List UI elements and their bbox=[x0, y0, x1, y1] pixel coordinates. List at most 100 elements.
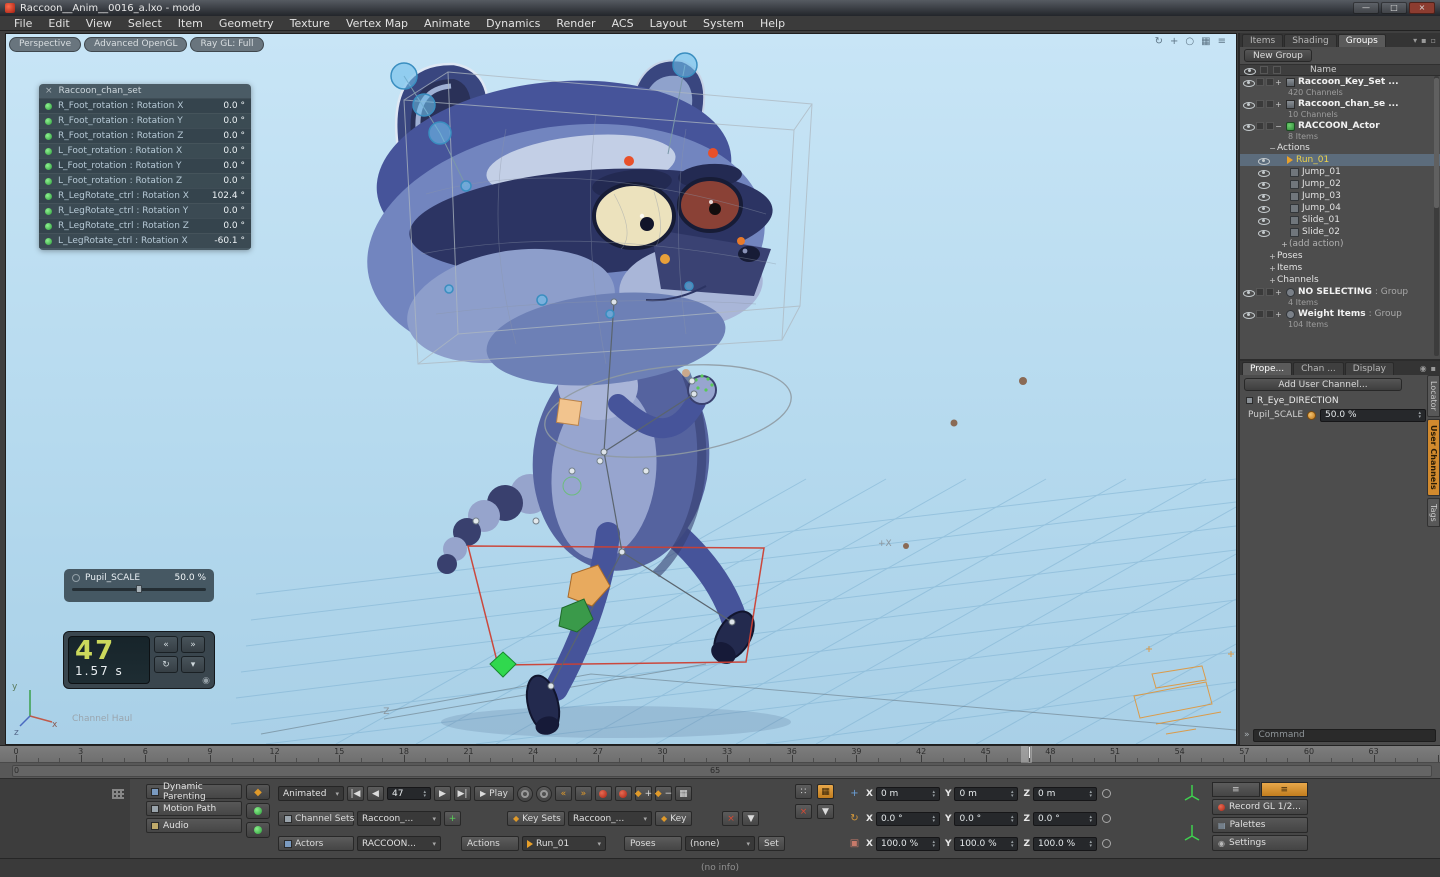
push-down-button[interactable]: ▼ bbox=[742, 811, 760, 826]
sync-toggle-button[interactable] bbox=[535, 785, 552, 802]
action-label[interactable]: Jump_02 bbox=[1302, 179, 1341, 189]
visibility-eye-icon[interactable] bbox=[1243, 288, 1255, 297]
expand-icon[interactable]: + bbox=[1274, 288, 1283, 297]
channel-value[interactable]: 0.0 ° bbox=[223, 176, 245, 186]
channel-row[interactable]: L_LegRotate_ctrl : Rotation X -60.1 ° bbox=[39, 233, 251, 248]
expand-icon[interactable]: + bbox=[1274, 78, 1283, 87]
action-label[interactable]: Jump_01 bbox=[1302, 167, 1341, 177]
channel-row[interactable]: L_Foot_rotation : Rotation Z 0.0 ° bbox=[39, 173, 251, 188]
expand-icon[interactable]: + bbox=[1274, 310, 1283, 319]
side-tab-locator[interactable]: Locator bbox=[1427, 375, 1440, 417]
tree-item-label[interactable]: Raccoon_chan_se ... bbox=[1298, 99, 1399, 109]
lock-toggle-icon[interactable] bbox=[1266, 288, 1274, 296]
action-row[interactable]: Jump_04 bbox=[1240, 202, 1440, 214]
channel-state-icon[interactable] bbox=[1102, 814, 1112, 823]
poses-dropdown[interactable]: (none) ▾ bbox=[685, 836, 755, 851]
grid-toggle-icon[interactable]: ▦ bbox=[1201, 36, 1210, 47]
spinner-icon[interactable]: ▴ ▾ bbox=[419, 789, 426, 798]
menu-texture[interactable]: Texture bbox=[282, 16, 338, 31]
lock-toggle-icon[interactable] bbox=[1266, 78, 1274, 86]
channel-sets-dropdown[interactable]: Raccoon_... ▾ bbox=[357, 811, 441, 826]
add-action-row[interactable]: + (add action) bbox=[1240, 238, 1440, 250]
item-list-icon-button[interactable]: ∷ bbox=[795, 784, 812, 799]
action-row[interactable]: Slide_02 bbox=[1240, 226, 1440, 238]
rotate-icon[interactable]: ↻ bbox=[848, 813, 861, 824]
channel-row[interactable]: R_Foot_rotation : Rotation X 0.0 ° bbox=[39, 98, 251, 113]
key-options-button[interactable]: ▦ bbox=[674, 786, 692, 801]
anim-mode-dropdown[interactable]: Animated ▾ bbox=[278, 786, 344, 801]
menu-item[interactable]: Item bbox=[170, 16, 211, 31]
tab-groups[interactable]: Groups bbox=[1337, 34, 1386, 47]
channel-row[interactable]: L_Foot_rotation : Rotation X 0.0 ° bbox=[39, 143, 251, 158]
local-axis-icon[interactable] bbox=[1183, 823, 1201, 841]
delete-key-button[interactable]: × bbox=[722, 811, 740, 826]
menu-select[interactable]: Select bbox=[120, 16, 170, 31]
expand-icon[interactable]: + bbox=[1274, 100, 1283, 109]
menu-acs[interactable]: ACS bbox=[604, 16, 642, 31]
set-pose-button[interactable]: Set bbox=[758, 836, 785, 851]
auto-key-button[interactable]: ◆ bbox=[246, 784, 270, 800]
pupil-scale-value[interactable]: 50.0 % bbox=[175, 573, 206, 583]
key-button[interactable]: ◆ Key bbox=[655, 811, 693, 826]
lock-toggle-icon[interactable] bbox=[1266, 122, 1274, 130]
visibility-eye-icon[interactable] bbox=[1243, 310, 1255, 319]
tree-item[interactable]: + Weight Items : Group bbox=[1240, 308, 1440, 320]
action-label[interactable]: Slide_01 bbox=[1302, 215, 1340, 225]
action-row[interactable]: Jump_02 bbox=[1240, 178, 1440, 190]
slider-handle[interactable] bbox=[136, 585, 143, 593]
channel-value[interactable]: 0.0 ° bbox=[223, 221, 245, 231]
tree-scrollbar[interactable] bbox=[1434, 76, 1439, 356]
marker-green-diamond[interactable] bbox=[489, 651, 517, 678]
pupil-scale-overlay[interactable]: Pupil_SCALE 50.0 % bbox=[64, 569, 214, 602]
menu-vertex-map[interactable]: Vertex Map bbox=[338, 16, 416, 31]
action-eye-icon[interactable] bbox=[1258, 216, 1270, 225]
menu-layout[interactable]: Layout bbox=[642, 16, 695, 31]
visibility-eye-icon[interactable] bbox=[1243, 78, 1255, 87]
pushdown-arrow-button[interactable]: ▼ bbox=[817, 804, 834, 819]
channel-row[interactable]: L_Foot_rotation : Rotation Y 0.0 ° bbox=[39, 158, 251, 173]
world-axis-icon[interactable] bbox=[1183, 783, 1201, 801]
scrollbar-thumb[interactable] bbox=[1434, 78, 1439, 208]
audio-button[interactable]: Audio bbox=[146, 818, 242, 833]
poses-section[interactable]: + Poses bbox=[1240, 250, 1440, 262]
menu-view[interactable]: View bbox=[78, 16, 120, 31]
dynamic-parenting-button[interactable]: Dynamic Parenting bbox=[146, 782, 242, 802]
action-label[interactable]: Slide_02 bbox=[1302, 227, 1340, 237]
lock-toggle-icon[interactable] bbox=[1266, 100, 1274, 108]
menu-render[interactable]: Render bbox=[548, 16, 603, 31]
channel-row[interactable]: R_LegRotate_ctrl : Rotation Y 0.0 ° bbox=[39, 203, 251, 218]
green-toggle-button[interactable] bbox=[246, 803, 270, 819]
tab-raygl-full[interactable]: Ray GL: Full bbox=[190, 37, 264, 52]
play-button[interactable]: ▶ Play bbox=[474, 786, 514, 801]
menu-file[interactable]: File bbox=[6, 16, 40, 31]
go-end-button[interactable]: ▶| bbox=[454, 786, 471, 801]
remove-key-button[interactable]: ◆ − bbox=[655, 786, 672, 801]
close-button[interactable]: × bbox=[1409, 2, 1435, 14]
tab-items[interactable]: Items bbox=[1242, 34, 1284, 47]
track-view-toggle[interactable]: ≡ bbox=[1260, 782, 1308, 797]
list-view-toggle[interactable]: ≡ bbox=[1212, 782, 1260, 797]
channel-value[interactable]: 0.0 ° bbox=[223, 116, 245, 126]
channel-value[interactable]: 0.0 ° bbox=[223, 206, 245, 216]
render-toggle-icon[interactable] bbox=[1256, 122, 1264, 130]
viewport-menu-icon[interactable]: ≡ bbox=[1218, 36, 1226, 47]
collapse-icon[interactable]: − bbox=[1268, 144, 1277, 153]
channels-section[interactable]: + Channels bbox=[1240, 274, 1440, 286]
channel-value[interactable]: 0.0 ° bbox=[223, 101, 245, 111]
range-handle[interactable] bbox=[12, 765, 1432, 777]
tab-advanced-opengl[interactable]: Advanced OpenGL bbox=[84, 37, 188, 52]
record-all-button[interactable] bbox=[614, 786, 632, 801]
actors-dropdown[interactable]: RACCOON... ▾ bbox=[357, 836, 441, 851]
dope-sheet-icon[interactable] bbox=[112, 789, 124, 799]
action-row[interactable]: Jump_03 bbox=[1240, 190, 1440, 202]
panel-pin-icon[interactable]: ▪ bbox=[1421, 36, 1426, 45]
action-label[interactable]: Run_01 bbox=[1296, 155, 1329, 165]
frame-time-widget[interactable]: 47 1.57 s « » ↻ ▾ ◉ bbox=[63, 631, 215, 689]
action-row[interactable]: Jump_01 bbox=[1240, 166, 1440, 178]
visibility-eye-icon[interactable] bbox=[1243, 100, 1255, 109]
pupil-scale-slider[interactable] bbox=[72, 585, 206, 593]
tree-item-label[interactable]: NO SELECTING bbox=[1298, 287, 1372, 297]
tab-shading[interactable]: Shading bbox=[1284, 34, 1337, 47]
clear-selection-button[interactable]: × bbox=[795, 804, 812, 819]
visibility-eye-icon[interactable] bbox=[1243, 122, 1255, 131]
